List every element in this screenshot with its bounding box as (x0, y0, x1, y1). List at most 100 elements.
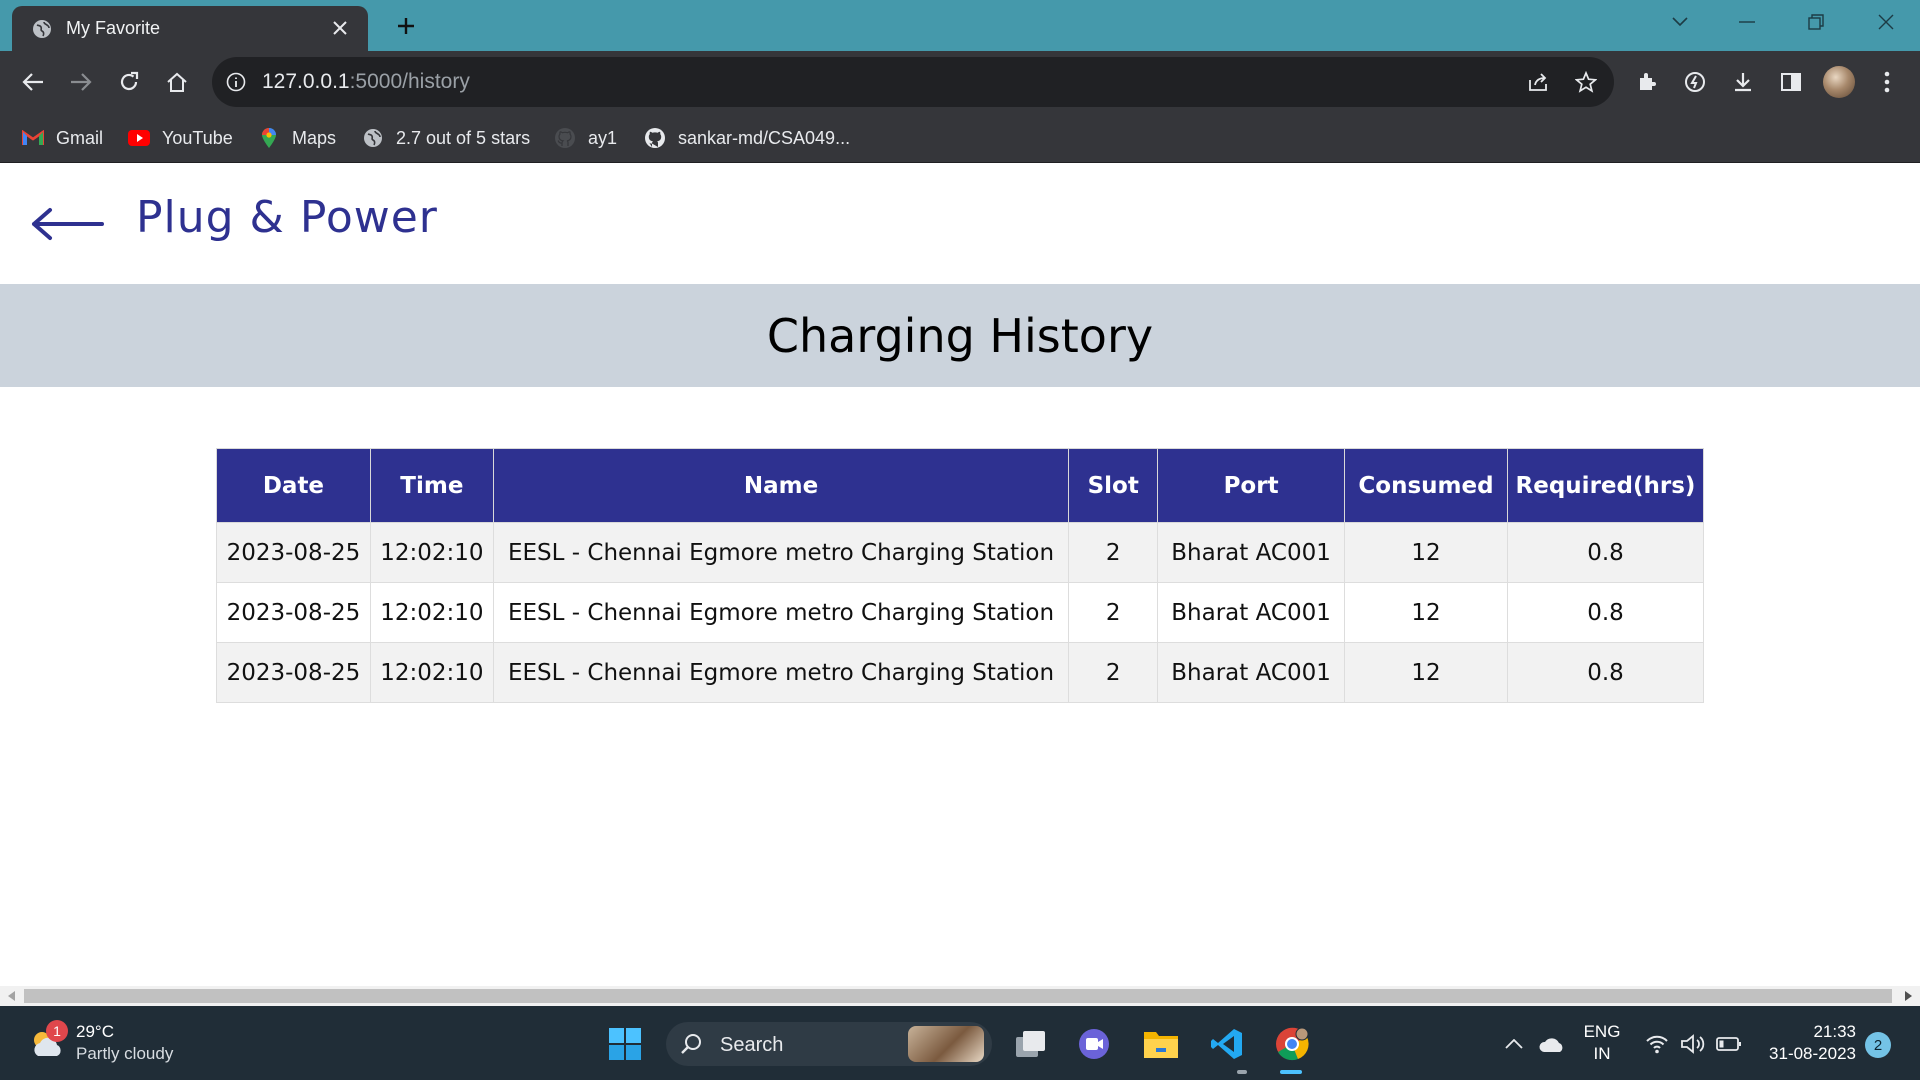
language-code: ENG (1583, 1022, 1621, 1041)
bookmark-sankar-md[interactable]: sankar-md/CSA049... (644, 125, 850, 151)
onedrive-cloud-icon[interactable] (1532, 1024, 1572, 1064)
back-button[interactable] (16, 65, 50, 99)
cell-name: EESL - Chennai Egmore metro Charging Sta… (492, 522, 1070, 583)
windows-start-icon[interactable] (605, 1024, 645, 1064)
side-panel-icon[interactable] (1774, 65, 1808, 99)
scrollbar-thumb[interactable] (24, 989, 1892, 1003)
bookmark-stars[interactable]: 2.7 out of 5 stars (362, 125, 530, 151)
brand-title[interactable]: Plug & Power (136, 192, 438, 243)
column-header-date: Date (216, 448, 371, 523)
bookmark-gmail[interactable]: Gmail (22, 125, 103, 151)
weather-badge: 1 (46, 1020, 68, 1042)
column-header-port: Port (1157, 448, 1345, 523)
globe-icon (362, 127, 384, 149)
url-host: 127.0.0.1 (262, 70, 350, 93)
table-header-row: Date Time Name Slot Port Consumed Requir… (216, 448, 1705, 523)
browser-tab[interactable]: My Favorite (12, 6, 368, 51)
table-row: 2023-08-25 12:02:10 EESL - Chennai Egmor… (216, 522, 1705, 583)
cell-time: 12:02:10 (369, 642, 494, 703)
bookmark-maps[interactable]: Maps (258, 125, 336, 151)
show-hidden-icons-chevron-icon[interactable] (1494, 1024, 1534, 1064)
region-code: IN (1593, 1044, 1611, 1063)
menu-kebab-icon[interactable] (1870, 65, 1904, 99)
column-header-name: Name (492, 448, 1070, 523)
address-bar[interactable]: 127.0.0.1:5000/history (212, 57, 1614, 107)
cell-consumed: 12 (1344, 642, 1508, 703)
share-icon[interactable] (1526, 70, 1550, 94)
new-tab-button[interactable] (392, 12, 420, 40)
windows-taskbar: 1 29°C Partly cloudy Search ENG IN 21:33… (0, 1006, 1920, 1080)
cell-consumed: 12 (1344, 582, 1508, 643)
site-info-icon[interactable] (224, 70, 248, 94)
profile-avatar[interactable] (1823, 66, 1855, 98)
github-icon (644, 127, 666, 149)
cell-date: 2023-08-25 (216, 642, 371, 703)
horizontal-scrollbar[interactable] (0, 986, 1920, 1006)
battery-icon[interactable] (1710, 1024, 1748, 1064)
bookmark-star-icon[interactable] (1574, 70, 1598, 94)
cell-slot: 2 (1068, 582, 1159, 643)
home-button[interactable] (160, 65, 194, 99)
cell-required: 0.8 (1506, 522, 1705, 583)
file-explorer-icon[interactable] (1141, 1024, 1181, 1064)
scroll-right-icon[interactable] (1902, 990, 1914, 1002)
tab-title: My Favorite (66, 18, 161, 38)
notification-count-badge[interactable]: 2 (1865, 1032, 1891, 1058)
teams-chat-icon[interactable] (1074, 1024, 1114, 1064)
weather-condition: Partly cloudy (76, 1044, 174, 1063)
column-header-required: Required(hrs) (1506, 448, 1705, 523)
minimize-button[interactable] (1727, 6, 1767, 38)
bookmark-label: 2.7 out of 5 stars (396, 127, 531, 148)
column-header-consumed: Consumed (1344, 448, 1508, 523)
page-banner: Charging History (0, 284, 1920, 387)
active-indicator (1280, 1070, 1302, 1074)
scroll-left-icon[interactable] (6, 990, 18, 1002)
language-indicator[interactable]: ENG IN (1580, 1022, 1624, 1064)
wifi-icon[interactable] (1638, 1024, 1676, 1064)
cell-port: Bharat AC001 (1157, 642, 1345, 703)
url-text[interactable]: 127.0.0.1:5000/history (262, 70, 470, 94)
browser-toolbar: 127.0.0.1:5000/history (0, 51, 1920, 113)
bookmark-youtube[interactable]: YouTube (128, 125, 233, 151)
chrome-icon[interactable] (1272, 1024, 1312, 1064)
globe-icon (32, 19, 52, 39)
charging-history-table: Date Time Name Slot Port Consumed Requir… (216, 448, 1705, 703)
cell-date: 2023-08-25 (216, 582, 371, 643)
column-header-slot: Slot (1068, 448, 1159, 523)
youtube-icon (128, 127, 150, 149)
clock[interactable]: 21:33 31-08-2023 (1756, 1022, 1856, 1064)
tab-close-icon[interactable] (328, 16, 352, 40)
bookmark-ay1[interactable]: ay1 (554, 125, 617, 151)
clock-date: 31-08-2023 (1769, 1044, 1856, 1063)
restore-button[interactable] (1796, 6, 1836, 38)
task-view-icon[interactable] (1011, 1024, 1051, 1064)
column-header-time: Time (369, 448, 494, 523)
back-arrow-icon[interactable] (30, 204, 104, 244)
maps-icon (258, 127, 280, 149)
weather-widget[interactable]: 1 29°C Partly cloudy (28, 1020, 228, 1068)
bookmark-label: Gmail (56, 127, 104, 148)
reload-button[interactable] (112, 65, 146, 99)
cell-date: 2023-08-25 (216, 522, 371, 583)
running-indicator (1237, 1070, 1247, 1074)
cell-slot: 2 (1068, 642, 1159, 703)
table-row: 2023-08-25 12:02:10 EESL - Chennai Egmor… (216, 582, 1705, 643)
cell-consumed: 12 (1344, 522, 1508, 583)
gmail-icon (22, 127, 44, 149)
tab-search-chevron-icon[interactable] (1660, 6, 1700, 38)
volume-icon[interactable] (1674, 1024, 1712, 1064)
bookmark-label: YouTube (162, 127, 233, 148)
search-icon (680, 1032, 704, 1056)
vscode-icon[interactable] (1207, 1024, 1247, 1064)
extensions-icon[interactable] (1630, 65, 1664, 99)
download-icon[interactable] (1726, 65, 1760, 99)
clock-time: 21:33 (1813, 1022, 1856, 1041)
cell-required: 0.8 (1506, 642, 1705, 703)
performance-icon[interactable] (1678, 65, 1712, 99)
cell-name: EESL - Chennai Egmore metro Charging Sta… (492, 642, 1070, 703)
taskbar-search[interactable]: Search (666, 1022, 992, 1066)
close-window-button[interactable] (1866, 6, 1906, 38)
forward-button[interactable] (64, 65, 98, 99)
bookmark-label: ay1 (588, 127, 618, 148)
cell-slot: 2 (1068, 522, 1159, 583)
